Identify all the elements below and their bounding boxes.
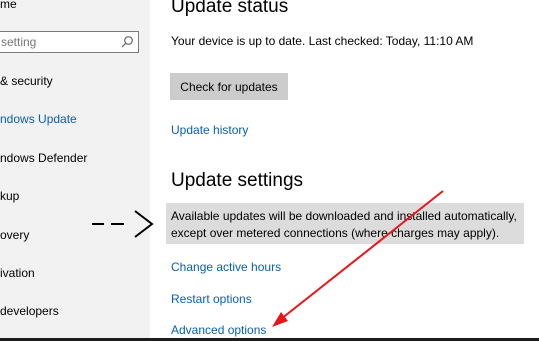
sidebar-item-security[interactable]: & security [0,74,53,88]
update-status-heading: Update status [171,0,289,17]
change-active-hours-link[interactable]: Change active hours [171,260,281,274]
sidebar-item-for-developers[interactable]: developers [0,304,59,318]
update-settings-heading: Update settings [171,170,304,191]
update-panel: Update status Your device is up to date.… [150,0,539,341]
search-input[interactable]: setting [0,31,139,53]
settings-sidebar: me setting & security ndows Update ndows… [0,0,150,341]
sidebar-item-activation[interactable]: ivation [0,266,35,280]
notice-line-1: Available updates will be downloaded and… [171,209,517,223]
status-text: Your device is up to date. Last checked:… [171,34,474,48]
update-history-link[interactable]: Update history [171,123,248,137]
check-for-updates-button[interactable]: Check for updates [170,73,288,100]
search-placeholder: setting [1,35,37,49]
sidebar-item-home[interactable]: me [0,0,17,11]
auto-update-notice: Available updates will be downloaded and… [166,203,524,244]
sidebar-item-backup[interactable]: kup [0,189,19,203]
sidebar-item-recovery[interactable]: overy [0,228,29,242]
sidebar-item-windows-defender[interactable]: ndows Defender [0,151,87,165]
search-icon[interactable] [120,35,134,49]
notice-line-2: except over metered connections (where c… [171,226,500,240]
restart-options-link[interactable]: Restart options [171,292,252,306]
sidebar-item-windows-update[interactable]: ndows Update [0,112,77,126]
advanced-options-link[interactable]: Advanced options [171,323,266,337]
